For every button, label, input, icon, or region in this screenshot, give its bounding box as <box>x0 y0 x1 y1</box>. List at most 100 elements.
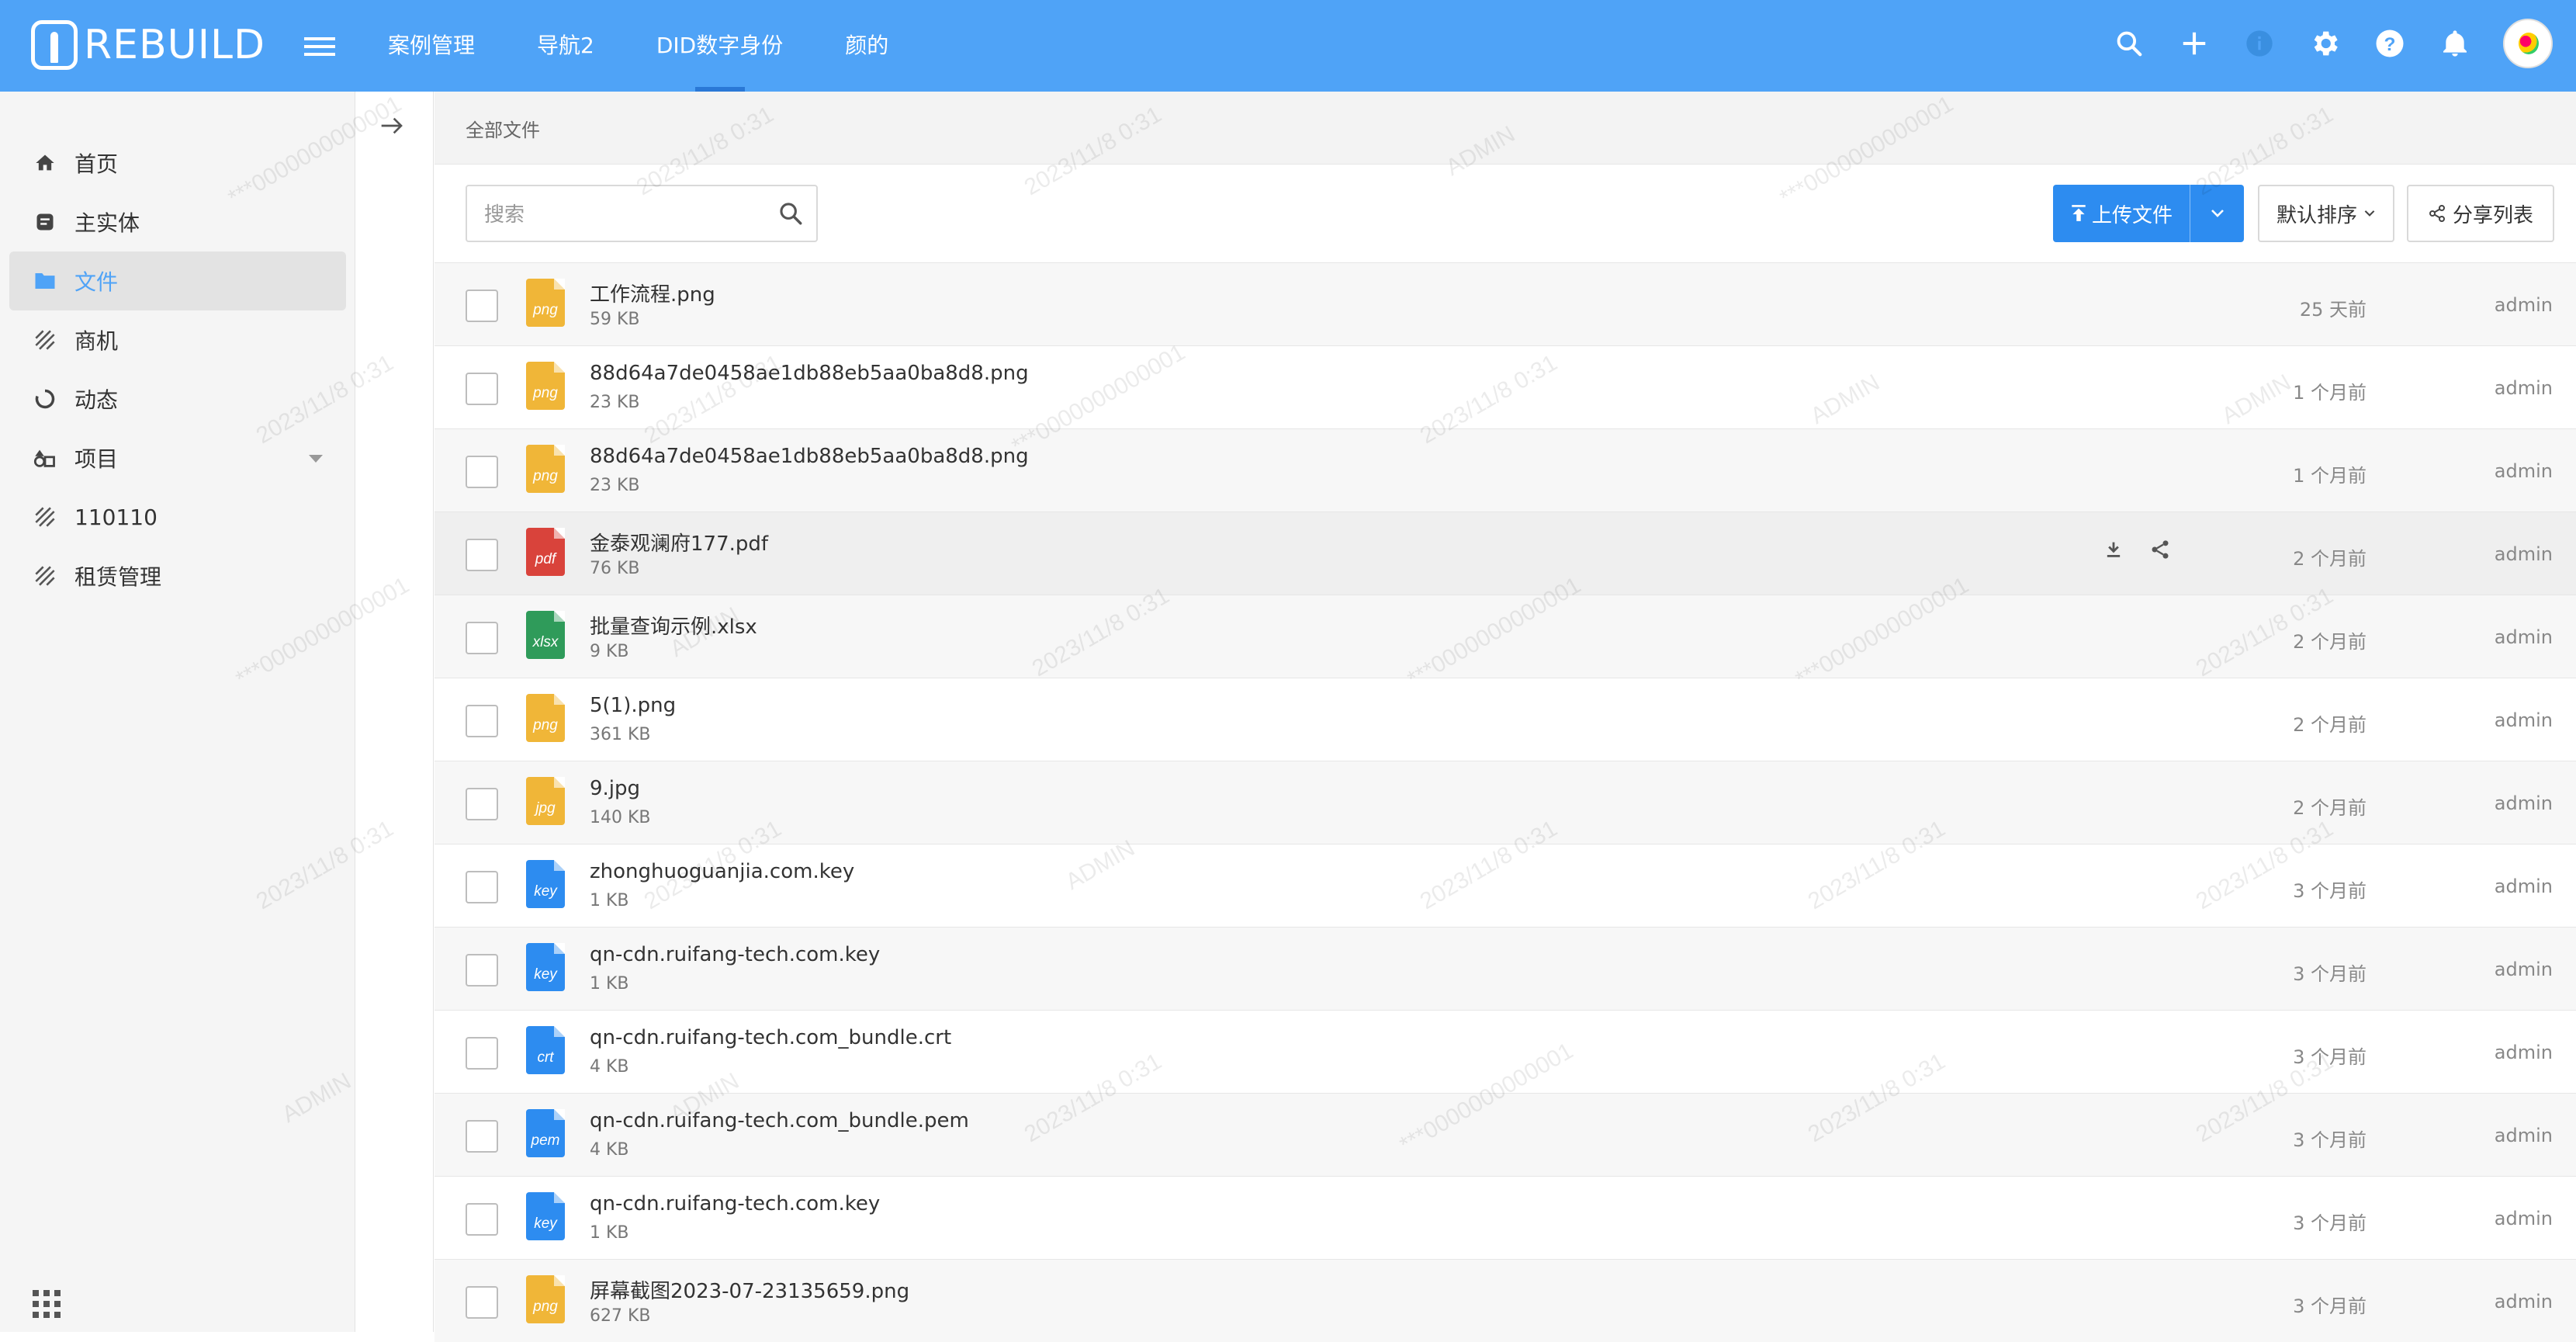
upload-label: 上传文件 <box>2091 203 2173 227</box>
row-checkbox[interactable] <box>466 871 498 903</box>
file-row[interactable]: xlsx 批量查询示例.xlsx 9 KB 2 个月前 admin <box>435 595 2576 678</box>
upload-button[interactable]: 上传文件 <box>2053 185 2190 242</box>
file-row[interactable]: pdf 金泰观澜府177.pdf 76 KB 2 个月前 admin <box>435 511 2576 595</box>
gear-icon[interactable] <box>2308 26 2342 61</box>
circle-icon <box>33 387 57 411</box>
file-row[interactable]: png 88d64a7de0458ae1db88eb5aa0ba8d8.png 23… <box>435 345 2576 428</box>
app-logo[interactable]: REBUILD <box>31 20 265 70</box>
sidebar-item-label: 动态 <box>74 387 119 413</box>
file-name[interactable]: qn-cdn.ruifang-tech.com.key <box>590 943 880 966</box>
file-time: 2 个月前 <box>2293 548 2367 570</box>
file-row[interactable]: png 屏幕截图2023-07-23135659.png 627 KB 3 个月前 ad… <box>435 1259 2576 1342</box>
sidebar-item-feed[interactable]: 动态 <box>9 369 346 428</box>
apps-grid-icon[interactable] <box>33 1290 61 1318</box>
file-size: 4 KB <box>590 1057 629 1077</box>
crt-file-icon: crt <box>526 1026 565 1074</box>
sidebar-item-label: 项目 <box>74 446 119 472</box>
arrow-right-icon[interactable] <box>379 115 410 140</box>
file-row[interactable]: key qn-cdn.ruifang-tech.com.key 1 KB 3 个月前 a… <box>435 1176 2576 1259</box>
file-time: 3 个月前 <box>2293 963 2367 985</box>
search-box <box>466 185 818 242</box>
file-name[interactable]: 金泰观澜府177.pdf <box>590 528 768 557</box>
plus-icon[interactable] <box>2177 26 2211 61</box>
file-size: 361 KB <box>590 725 651 744</box>
menu-toggle-icon[interactable] <box>304 33 335 57</box>
pdf-file-icon: pdf <box>526 528 565 576</box>
file-row[interactable]: png 88d64a7de0458ae1db88eb5aa0ba8d8.png 23… <box>435 428 2576 511</box>
topnav-item-cases[interactable]: 案例管理 <box>388 0 475 92</box>
row-checkbox[interactable] <box>466 788 498 820</box>
info-icon[interactable] <box>2242 26 2277 61</box>
xlsx-file-icon: xlsx <box>526 611 565 659</box>
file-time: 3 个月前 <box>2293 880 2367 902</box>
sort-dropdown[interactable]: 默认排序 <box>2258 185 2394 242</box>
row-checkbox[interactable] <box>466 539 498 571</box>
row-checkbox[interactable] <box>466 622 498 654</box>
top-icons: ? <box>2112 19 2553 68</box>
share-icon[interactable] <box>2149 539 2174 564</box>
file-name[interactable]: 88d64a7de0458ae1db88eb5aa0ba8d8.png <box>590 362 1029 385</box>
row-checkbox[interactable] <box>466 954 498 987</box>
file-owner: admin <box>2494 709 2553 731</box>
row-checkbox[interactable] <box>466 1203 498 1236</box>
help-icon[interactable]: ? <box>2373 26 2407 61</box>
logo-text: REBUILD <box>84 22 266 68</box>
file-name[interactable]: qn-cdn.ruifang-tech.com_bundle.crt <box>590 1026 951 1049</box>
file-row[interactable]: png 工作流程.png 59 KB 25 天前 admin <box>435 262 2576 345</box>
file-size: 1 KB <box>590 1223 629 1243</box>
main-content: 全部文件 上传文件 默认排序 分享列表 png 工作流程.png 59 KB 25 天… <box>435 92 2576 1342</box>
share-list-button[interactable]: 分享列表 <box>2407 185 2554 242</box>
sidebar-item-opportunity[interactable]: 商机 <box>9 310 346 369</box>
upload-button-group: 上传文件 <box>2053 185 2244 242</box>
stripe-icon <box>33 505 57 529</box>
file-row[interactable]: png 5(1).png 361 KB 2 个月前 admin <box>435 678 2576 761</box>
search-icon[interactable] <box>777 200 805 228</box>
file-name[interactable]: 工作流程.png <box>590 279 715 307</box>
file-name[interactable]: qn-cdn.ruifang-tech.com_bundle.pem <box>590 1109 969 1132</box>
row-checkbox[interactable] <box>466 1120 498 1153</box>
file-row[interactable]: jpg 9.jpg 140 KB 2 个月前 admin <box>435 761 2576 844</box>
upload-icon <box>2072 205 2086 221</box>
file-name[interactable]: 5(1).png <box>590 694 676 717</box>
file-size: 627 KB <box>590 1306 651 1326</box>
file-row[interactable]: crt qn-cdn.ruifang-tech.com_bundle.crt 4 K… <box>435 1010 2576 1093</box>
file-name[interactable]: 批量查询示例.xlsx <box>590 611 757 640</box>
file-name[interactable]: 88d64a7de0458ae1db88eb5aa0ba8d8.png <box>590 445 1029 468</box>
sidebar-item-110110[interactable]: 110110 <box>9 487 346 546</box>
chevron-down-icon[interactable] <box>309 455 323 463</box>
file-name[interactable]: qn-cdn.ruifang-tech.com.key <box>590 1192 880 1215</box>
file-list: png 工作流程.png 59 KB 25 天前 admin png 88d64a7de0… <box>435 262 2576 1342</box>
sidebar-item-files[interactable]: 文件 <box>9 251 346 310</box>
search-input[interactable] <box>483 200 762 228</box>
bell-icon[interactable] <box>2438 26 2472 61</box>
download-icon[interactable] <box>2103 539 2128 564</box>
key-file-icon: key <box>526 943 565 991</box>
row-checkbox[interactable] <box>466 373 498 405</box>
file-owner: admin <box>2494 792 2553 814</box>
file-row[interactable]: pem qn-cdn.ruifang-tech.com_bundle.pem 4 K… <box>435 1093 2576 1176</box>
file-name[interactable]: 屏幕截图2023-07-23135659.png <box>590 1275 909 1304</box>
svg-text:?: ? <box>2384 34 2396 55</box>
row-checkbox[interactable] <box>466 456 498 488</box>
row-checkbox[interactable] <box>466 705 498 737</box>
topnav-item-nav2[interactable]: 导航2 <box>537 0 594 92</box>
file-row[interactable]: key qn-cdn.ruifang-tech.com.key 1 KB 3 个月前 a… <box>435 927 2576 1010</box>
file-name[interactable]: zhonghuoguanjia.com.key <box>590 860 854 883</box>
upload-dropdown-button[interactable] <box>2190 185 2244 242</box>
share-label: 分享列表 <box>2452 203 2533 227</box>
sidebar-item-entity[interactable]: 主实体 <box>9 192 346 251</box>
file-row[interactable]: key zhonghuoguanjia.com.key 1 KB 3 个月前 admin <box>435 844 2576 927</box>
file-name[interactable]: 9.jpg <box>590 777 640 800</box>
search-icon[interactable] <box>2112 26 2146 61</box>
row-checkbox[interactable] <box>466 1037 498 1070</box>
sidebar-item-lease[interactable]: 租赁管理 <box>9 546 346 605</box>
row-checkbox[interactable] <box>466 290 498 322</box>
sidebar-item-home[interactable]: 首页 <box>9 134 346 192</box>
sidebar-item-project[interactable]: 项目 <box>9 428 346 487</box>
topnav-item-yan[interactable]: 颜的 <box>845 0 888 92</box>
row-checkbox[interactable] <box>466 1286 498 1319</box>
topnav-item-did[interactable]: DID数字身份 <box>656 0 783 92</box>
file-size: 9 KB <box>590 642 629 661</box>
file-time: 3 个月前 <box>2293 1046 2367 1068</box>
user-avatar[interactable] <box>2503 19 2553 68</box>
